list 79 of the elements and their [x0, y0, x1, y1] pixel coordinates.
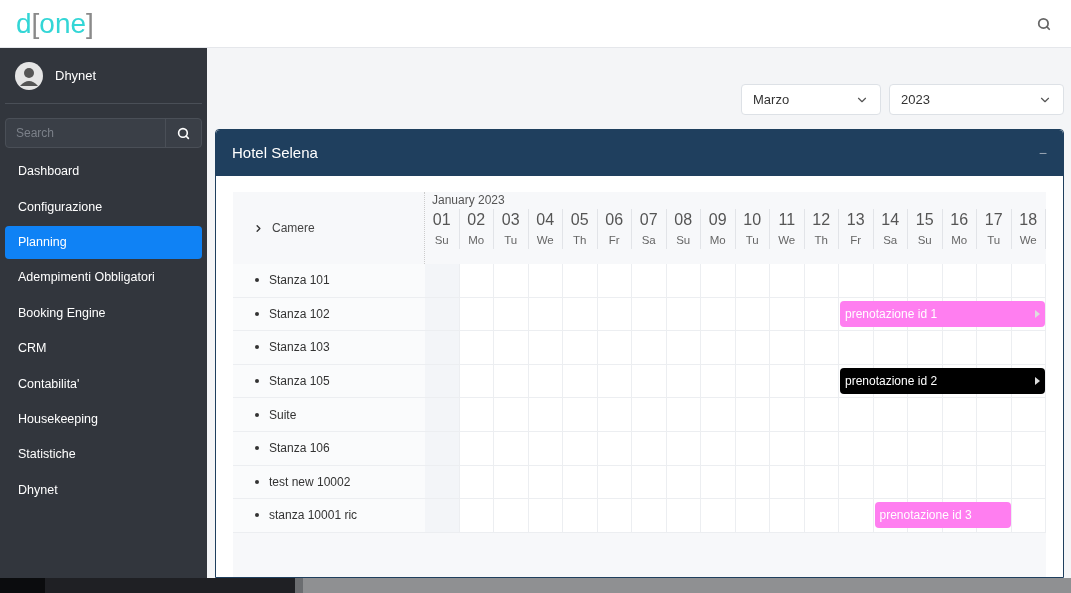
weekday-label: Su [917, 233, 932, 248]
search-field[interactable]: Search [5, 118, 202, 148]
sidebar-item[interactable]: Housekeeping [5, 402, 202, 436]
room-name: Stanza 102 [269, 305, 330, 323]
room-name: Suite [269, 406, 297, 424]
month-label: January 2023 [431, 192, 506, 209]
weekday-label: Su [676, 233, 691, 248]
bullet-icon [255, 513, 259, 518]
sidebar-item[interactable]: CRM [5, 332, 202, 366]
day-number: 04 [536, 210, 555, 230]
weekday-label: Sa [641, 233, 656, 248]
weekday-label: Mo [951, 233, 968, 248]
bullet-icon [255, 311, 259, 316]
room-name: Stanza 101 [269, 272, 330, 290]
day-number: 03 [501, 210, 520, 230]
user-name: Dhynet [55, 66, 97, 85]
weekday-label: Fr [608, 233, 620, 248]
weekday-label: Sa [883, 233, 898, 248]
weekday-label: Fr [850, 233, 862, 248]
collapse-button[interactable]: − [1038, 142, 1047, 164]
weekday-label: Mo [468, 233, 485, 248]
day-number: 09 [708, 210, 727, 230]
day-number: 11 [778, 210, 796, 230]
bullet-icon [255, 479, 259, 484]
sidebar-item[interactable]: Contabilita' [5, 367, 202, 401]
continue-icon [1035, 309, 1040, 318]
day-number: 02 [467, 210, 486, 230]
day-number: 10 [743, 210, 762, 230]
year-select[interactable]: 2023 [889, 84, 1064, 115]
day-number: 14 [881, 210, 900, 230]
day-number: 12 [812, 210, 831, 230]
weekday-label: Tu [745, 233, 759, 248]
day-number: 13 [846, 210, 865, 230]
sidebar-item[interactable]: Dhynet [5, 473, 202, 507]
day-number: 18 [1019, 210, 1038, 230]
room-name: Stanza 103 [269, 339, 330, 357]
day-number: 15 [915, 210, 934, 230]
bullet-icon [255, 446, 259, 451]
room-name: Stanza 105 [269, 373, 330, 391]
continue-icon [1035, 376, 1040, 385]
sidebar-item[interactable]: Planning [5, 225, 202, 259]
card-title: Hotel Selena [232, 142, 318, 163]
day-number: 06 [605, 210, 624, 230]
weekday-label: Th [814, 233, 828, 248]
sidebar-item[interactable]: Adempimenti Obbligatori [5, 261, 202, 295]
weekday-label: Th [573, 233, 587, 248]
bullet-icon [255, 412, 259, 417]
search-icon[interactable] [1037, 16, 1051, 31]
weekday-label: We [1019, 233, 1037, 248]
room-name: test new 10002 [269, 473, 351, 491]
bullet-icon [255, 345, 259, 350]
day-number: 17 [984, 210, 1003, 230]
room-name: stanza 10001 ric [269, 507, 358, 525]
day-number: 08 [674, 210, 693, 230]
weekday-label: Mo [709, 233, 726, 248]
search-input[interactable]: Search [6, 119, 165, 147]
booking-bar[interactable]: prenotazione id 2 [840, 367, 1045, 394]
day-number: 01 [432, 210, 451, 230]
logo: d[one] [16, 9, 94, 38]
day-number: 16 [950, 210, 969, 230]
weekday-label: Su [434, 233, 449, 248]
bullet-icon [255, 278, 259, 283]
column-heading: Camere [272, 220, 315, 237]
weekday-label: Tu [504, 233, 518, 248]
day-number: 05 [570, 210, 589, 230]
avatar [15, 61, 43, 90]
sidebar-item[interactable]: Configurazione [5, 190, 202, 224]
expand-icon[interactable] [253, 222, 264, 234]
sidebar-item[interactable]: Dashboard [5, 155, 202, 189]
search-icon [177, 126, 190, 140]
bullet-icon [255, 379, 259, 384]
weekday-label: We [778, 233, 796, 248]
sidebar-item[interactable]: Booking Engine [5, 296, 202, 330]
sidebar-item[interactable]: Statistiche [5, 438, 202, 472]
room-name: Stanza 106 [269, 440, 330, 458]
weekday-label: We [536, 233, 554, 248]
month-select[interactable]: Marzo [741, 84, 881, 115]
day-number: 07 [639, 210, 658, 230]
weekday-label: Tu [987, 233, 1001, 248]
